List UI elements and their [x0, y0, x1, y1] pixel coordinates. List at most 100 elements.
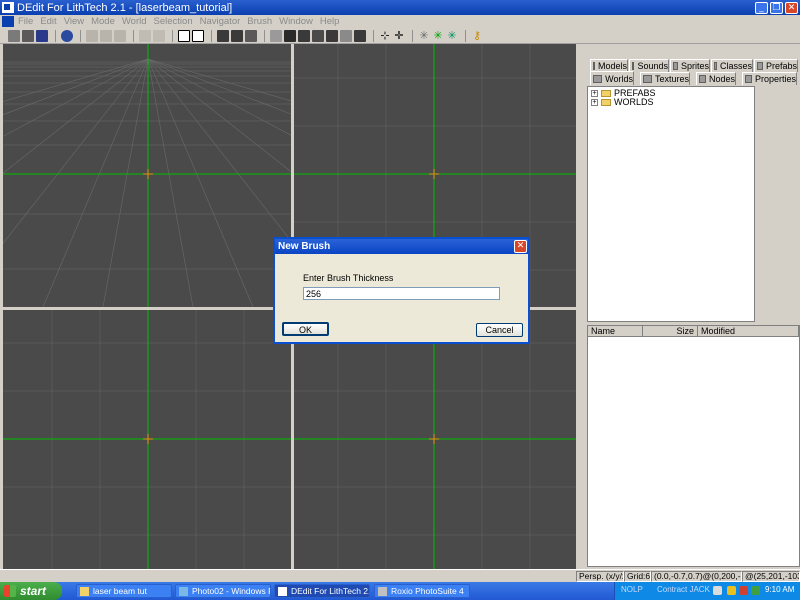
- toolbar-separator: [211, 29, 212, 42]
- teal-snap-icon[interactable]: ✳: [446, 29, 458, 42]
- restore-button[interactable]: ❐: [770, 1, 783, 14]
- single-view-icon[interactable]: [178, 29, 190, 42]
- thickness-input[interactable]: [303, 287, 500, 300]
- select-node-icon[interactable]: [217, 29, 229, 42]
- tab-label: Models: [598, 61, 628, 71]
- menu-edit[interactable]: Edit: [40, 16, 56, 27]
- new-file-icon[interactable]: [8, 29, 20, 42]
- tab-label: Sounds: [637, 61, 668, 71]
- thickness-prompt: Enter Brush Thickness: [303, 273, 394, 283]
- tab-textures[interactable]: Textures: [640, 72, 690, 85]
- column-header-size[interactable]: Size: [643, 326, 698, 337]
- quad-view-icon[interactable]: [192, 29, 204, 42]
- grid-snap-icon[interactable]: ✳: [418, 29, 430, 42]
- minimize-button[interactable]: _: [755, 1, 768, 14]
- tab-sprites[interactable]: Sprites: [670, 59, 710, 72]
- menu-mode[interactable]: Mode: [91, 16, 115, 27]
- app-icon[interactable]: [2, 2, 14, 13]
- side-viewport[interactable]: [294, 310, 576, 569]
- toolbar-separator: [80, 29, 81, 42]
- vertex-mode-icon[interactable]: [326, 29, 338, 42]
- tab-classes[interactable]: Classes: [711, 59, 753, 72]
- status-mode: Persp. (x/y/z): [576, 571, 624, 582]
- project-tree[interactable]: + PREFABS + WORLDS: [587, 86, 755, 322]
- green-snap-icon[interactable]: ✳: [432, 29, 444, 42]
- taskbar-item-label: laser beam tut: [93, 586, 147, 596]
- patch-mode-icon[interactable]: [312, 29, 324, 42]
- taskbar-item-label: DEdit For LithTech 2....: [291, 586, 370, 596]
- dialog-close-button[interactable]: ✕: [514, 240, 527, 253]
- object-mode-icon[interactable]: [298, 29, 310, 42]
- perspective-viewport[interactable]: [3, 44, 291, 307]
- models-tab-icon: [593, 62, 595, 70]
- flip-icon[interactable]: [354, 29, 366, 42]
- paste-icon[interactable]: [114, 29, 126, 42]
- roxio-icon: [378, 586, 387, 596]
- file-list[interactable]: Name Size Modified: [587, 325, 800, 567]
- tab-prefabs[interactable]: Prefabs: [754, 59, 798, 72]
- cut-icon[interactable]: [86, 29, 98, 42]
- menu-view[interactable]: View: [64, 16, 84, 27]
- process-icon[interactable]: [61, 29, 73, 42]
- open-file-icon[interactable]: [22, 29, 34, 42]
- taskbar-item-roxio[interactable]: Roxio PhotoSuite 4: [374, 584, 470, 598]
- menu-window[interactable]: Window: [279, 16, 313, 27]
- menu-file[interactable]: File: [18, 16, 33, 27]
- tab-worlds[interactable]: Worlds: [590, 71, 634, 85]
- start-label: start: [20, 584, 47, 598]
- prefabs-tab-icon: [757, 62, 763, 70]
- front-viewport[interactable]: [3, 310, 291, 569]
- geometry-icon[interactable]: [270, 29, 282, 42]
- save-icon[interactable]: [36, 29, 48, 42]
- network-icon[interactable]: [713, 586, 722, 595]
- antivirus-icon[interactable]: [727, 586, 736, 595]
- cancel-button[interactable]: Cancel: [476, 323, 523, 337]
- menu-navigator[interactable]: Navigator: [200, 16, 241, 27]
- toolbar-separator: [264, 29, 265, 42]
- tab-sounds[interactable]: Sounds: [629, 59, 669, 72]
- tray-contract: Contract JACK: [657, 585, 710, 594]
- toolbar-separator: [373, 29, 374, 42]
- taskbar-item-photo-viewer[interactable]: Photo02 - Windows Pi...: [175, 584, 271, 598]
- tab-properties[interactable]: Properties: [742, 72, 797, 85]
- menu-brush[interactable]: Brush: [247, 16, 272, 27]
- light-icon[interactable]: ⚷: [471, 29, 483, 42]
- status-coords-world: @(25,201,-103): [742, 571, 800, 582]
- taskbar-item-dedit[interactable]: DEdit For LithTech 2....: [274, 584, 370, 598]
- menu-world[interactable]: World: [122, 16, 147, 27]
- tab-label: Worlds: [605, 73, 633, 84]
- undo-icon[interactable]: [139, 29, 151, 42]
- column-header-name[interactable]: Name: [588, 326, 643, 337]
- edit-icon[interactable]: [340, 29, 352, 42]
- start-button[interactable]: start: [0, 582, 62, 600]
- nodes-tab-icon: [699, 75, 706, 83]
- toolbar: ⊹ ✛ ✳ ✳ ✳ ⚷: [0, 28, 800, 44]
- folder-icon: [601, 89, 611, 97]
- properties-tab-icon: [745, 75, 752, 83]
- hand-icon[interactable]: [245, 29, 257, 42]
- expand-icon[interactable]: +: [591, 89, 598, 97]
- ok-button[interactable]: OK: [282, 322, 329, 336]
- toolbar-separator: [55, 29, 56, 42]
- tab-nodes[interactable]: Nodes: [696, 72, 736, 85]
- windows-logo-icon: [4, 585, 16, 597]
- copy-icon[interactable]: [100, 29, 112, 42]
- redo-icon[interactable]: [153, 29, 165, 42]
- select-brush-icon[interactable]: [231, 29, 243, 42]
- tree-item-label: WORLDS: [614, 97, 654, 107]
- close-button[interactable]: ✕: [785, 1, 798, 14]
- clock: 9:10 AM: [765, 585, 795, 594]
- brush-mode-icon[interactable]: [284, 29, 296, 42]
- move-icon[interactable]: ⊹: [379, 29, 391, 42]
- crosshair-icon[interactable]: ✛: [393, 29, 405, 42]
- column-header-modified[interactable]: Modified: [698, 326, 799, 337]
- folder-icon: [601, 98, 611, 106]
- volume-icon[interactable]: [739, 586, 748, 595]
- tree-item-worlds[interactable]: + WORLDS: [591, 97, 654, 107]
- update-icon[interactable]: [751, 586, 760, 595]
- menu-selection[interactable]: Selection: [154, 16, 193, 27]
- menu-help[interactable]: Help: [320, 16, 340, 27]
- expand-icon[interactable]: +: [591, 98, 598, 106]
- document-icon[interactable]: [2, 16, 14, 27]
- taskbar-item-laser-beam-tut[interactable]: laser beam tut: [76, 584, 172, 598]
